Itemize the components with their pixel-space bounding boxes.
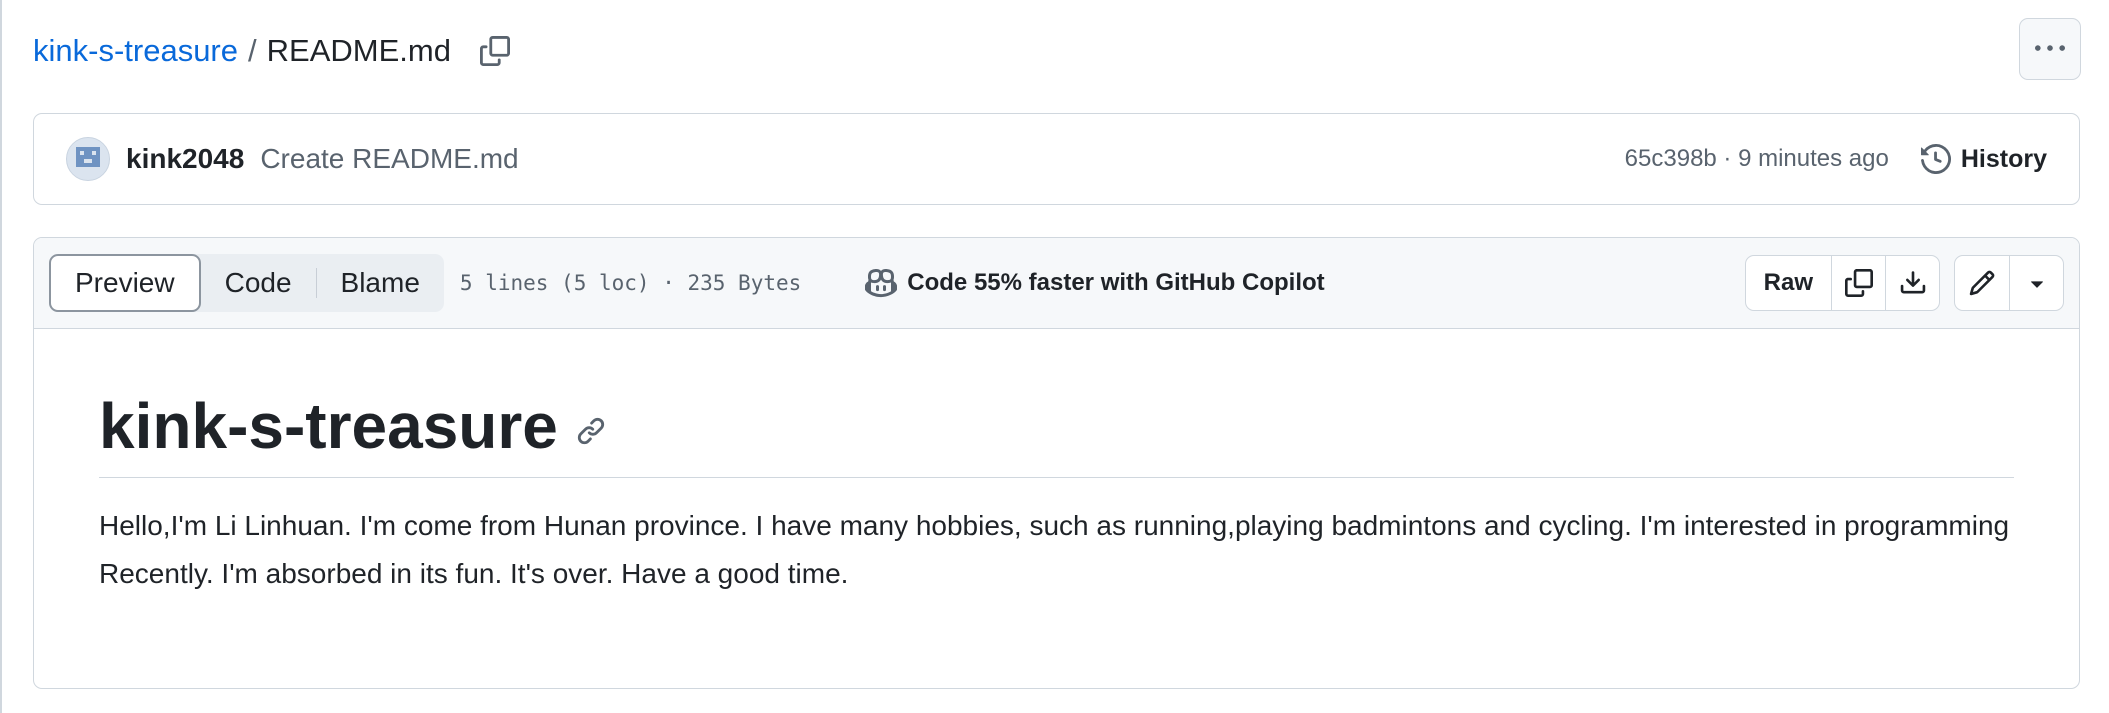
- history-button[interactable]: History: [1920, 144, 2047, 174]
- link-icon: [577, 418, 605, 445]
- history-label: History: [1960, 144, 2047, 173]
- kebab-icon: [2035, 45, 2065, 51]
- copilot-promo-text: Code 55% faster with GitHub Copilot: [907, 269, 1325, 296]
- view-mode-toggle: Preview Code Blame: [49, 254, 444, 312]
- file-breadcrumb-bar: kink-s-treasure / README.md: [33, 18, 2081, 84]
- triangle-down-icon: [2030, 281, 2043, 288]
- download-icon: [1900, 271, 1925, 294]
- commit-author[interactable]: kink2048: [126, 143, 244, 175]
- more-options-button[interactable]: [2019, 18, 2081, 80]
- heading-anchor-link[interactable]: [574, 414, 608, 448]
- edit-file-button[interactable]: [1955, 256, 2009, 310]
- copy-icon: [479, 36, 510, 66]
- file-viewer: Preview Code Blame 5 lines (5 loc) · 235…: [33, 237, 2080, 689]
- readme-title: kink-s-treasure: [99, 390, 558, 462]
- breadcrumb-separator: /: [248, 33, 257, 68]
- copy-path-button[interactable]: [475, 31, 515, 71]
- file-actions: Raw: [1744, 255, 2064, 311]
- commit-sha-and-time[interactable]: 65c398b · 9 minutes ago: [1625, 145, 1889, 173]
- latest-commit-box: kink2048 Create README.md 65c398b · 9 mi…: [33, 113, 2080, 205]
- raw-button[interactable]: Raw: [1746, 256, 1831, 310]
- edit-options-dropdown[interactable]: [2009, 256, 2063, 310]
- file-size-info: 5 lines (5 loc) · 235 Bytes: [459, 271, 802, 295]
- copy-raw-button[interactable]: [1831, 256, 1885, 310]
- commit-message[interactable]: Create README.md: [260, 143, 518, 175]
- readme-paragraph: Hello,I'm Li Linhuan. I'm come from Huna…: [99, 510, 2010, 590]
- tab-preview[interactable]: Preview: [49, 254, 201, 312]
- readme-content: kink-s-treasure Hello,I'm Li Linhuan. I'…: [34, 391, 2079, 598]
- breadcrumb-file-name: README.md: [266, 33, 451, 68]
- tab-code[interactable]: Code: [201, 254, 316, 312]
- copilot-icon: [865, 268, 898, 298]
- raw-copy-download-group: Raw: [1744, 255, 1940, 311]
- left-border: [0, 0, 2, 713]
- avatar[interactable]: [66, 137, 110, 181]
- pencil-icon: [1969, 270, 1995, 296]
- breadcrumb-repo-link[interactable]: kink-s-treasure: [33, 33, 238, 69]
- download-button[interactable]: [1885, 256, 1939, 310]
- copy-icon: [1844, 269, 1873, 297]
- identicon-icon: [68, 139, 108, 179]
- edit-group: [1954, 255, 2064, 311]
- history-icon: [1920, 144, 1951, 174]
- tab-blame[interactable]: Blame: [317, 254, 444, 312]
- file-header: Preview Code Blame 5 lines (5 loc) · 235…: [34, 238, 2079, 329]
- copilot-promo-link[interactable]: Code 55% faster with GitHub Copilot: [865, 267, 1325, 299]
- readme-heading-row: kink-s-treasure: [99, 390, 2014, 479]
